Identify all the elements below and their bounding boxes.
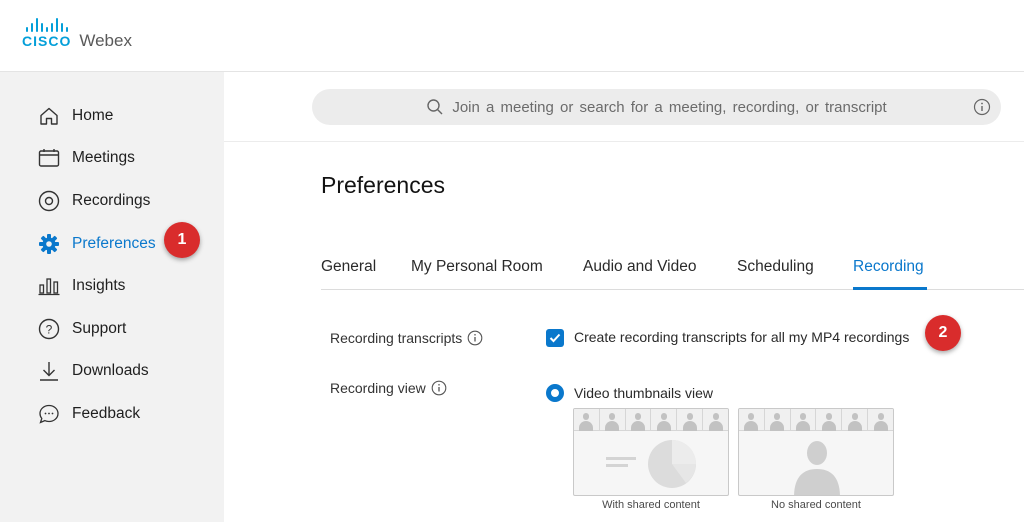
participant-strip	[739, 409, 893, 431]
shared-content-pie-chart-icon	[606, 440, 696, 488]
tab-recording[interactable]: Recording	[853, 258, 924, 276]
thumbnail-with-shared-content	[573, 408, 729, 496]
top-bar: CISCO Webex	[0, 0, 1024, 72]
step-annotation-badge: 1	[164, 222, 200, 258]
cisco-wordmark: CISCO	[22, 33, 72, 49]
cisco-webex-logo[interactable]: CISCO Webex	[22, 18, 132, 50]
search-placeholder: Join a meeting or search for a meeting, …	[452, 98, 887, 116]
cisco-logo: CISCO	[22, 18, 71, 48]
chat-icon	[38, 403, 60, 425]
home-icon	[38, 105, 60, 127]
step-annotation-badge: 2	[925, 315, 961, 351]
info-icon[interactable]	[467, 330, 483, 346]
search-bar-container: Join a meeting or search for a meeting, …	[224, 72, 1024, 142]
info-icon[interactable]	[431, 380, 447, 396]
sidebar-item-label: Home	[72, 107, 114, 124]
recording-transcripts-label: Recording transcripts	[330, 330, 483, 346]
main-content: Join a meeting or search for a meeting, …	[224, 72, 1024, 522]
recording-transcripts-checkbox[interactable]	[546, 329, 564, 347]
sidebar-item-label: Insights	[72, 277, 126, 294]
recording-transcripts-option-label[interactable]: Create recording transcripts for all my …	[574, 329, 909, 345]
sidebar-item-label: Feedback	[72, 405, 141, 422]
info-icon[interactable]	[973, 98, 991, 116]
sidebar: Home Meetings Recordings Preferences Ins…	[0, 72, 224, 522]
recording-view-label-text: Recording view	[330, 380, 426, 396]
tab-general[interactable]: General	[321, 258, 376, 276]
sidebar-item-support[interactable]: ? Support	[38, 316, 126, 342]
sidebar-item-label: Downloads	[72, 362, 149, 379]
recording-icon	[38, 190, 60, 212]
checkmark-icon	[549, 333, 561, 343]
participant-strip	[574, 409, 728, 431]
search-icon	[426, 98, 444, 116]
webex-wordmark: Webex	[79, 31, 132, 50]
thumbnail-caption: With shared content	[602, 499, 700, 511]
thumbnail-no-shared-content	[738, 408, 894, 496]
tab-my-personal-room[interactable]: My Personal Room	[411, 258, 543, 276]
sidebar-item-downloads[interactable]: Downloads	[38, 358, 149, 384]
tab-scheduling[interactable]: Scheduling	[737, 258, 814, 276]
search-input[interactable]: Join a meeting or search for a meeting, …	[312, 89, 1001, 125]
sidebar-item-meetings[interactable]: Meetings	[38, 145, 135, 171]
sidebar-item-feedback[interactable]: Feedback	[38, 401, 140, 427]
thumbnail-caption: No shared content	[771, 499, 861, 511]
sidebar-item-label: Meetings	[72, 149, 135, 166]
gear-icon	[38, 233, 60, 255]
cisco-bars-icon	[25, 18, 68, 32]
video-thumbnails-view-label[interactable]: Video thumbnails view	[574, 385, 713, 401]
sidebar-item-home[interactable]: Home	[38, 103, 113, 129]
tab-audio-and-video[interactable]: Audio and Video	[583, 258, 696, 276]
svg-text:?: ?	[46, 323, 53, 337]
download-icon	[38, 360, 60, 382]
video-thumbnails-view-radio[interactable]	[546, 384, 564, 402]
bar-chart-icon	[38, 275, 60, 297]
sidebar-item-preferences[interactable]: Preferences	[38, 231, 156, 257]
sidebar-item-label: Support	[72, 320, 127, 337]
calendar-icon	[38, 147, 60, 169]
sidebar-item-insights[interactable]: Insights	[38, 273, 125, 299]
sidebar-item-label: Preferences	[72, 235, 156, 252]
recording-transcripts-label-text: Recording transcripts	[330, 330, 463, 346]
help-icon: ?	[38, 318, 60, 340]
recording-view-label: Recording view	[330, 380, 447, 396]
sidebar-item-label: Recordings	[72, 192, 151, 209]
active-tab-indicator	[853, 287, 927, 290]
speaker-avatar-icon	[794, 441, 840, 495]
sidebar-item-recordings[interactable]: Recordings	[38, 188, 150, 214]
preferences-tabs: General My Personal Room Audio and Video…	[321, 249, 1024, 290]
page-title: Preferences	[321, 172, 446, 198]
